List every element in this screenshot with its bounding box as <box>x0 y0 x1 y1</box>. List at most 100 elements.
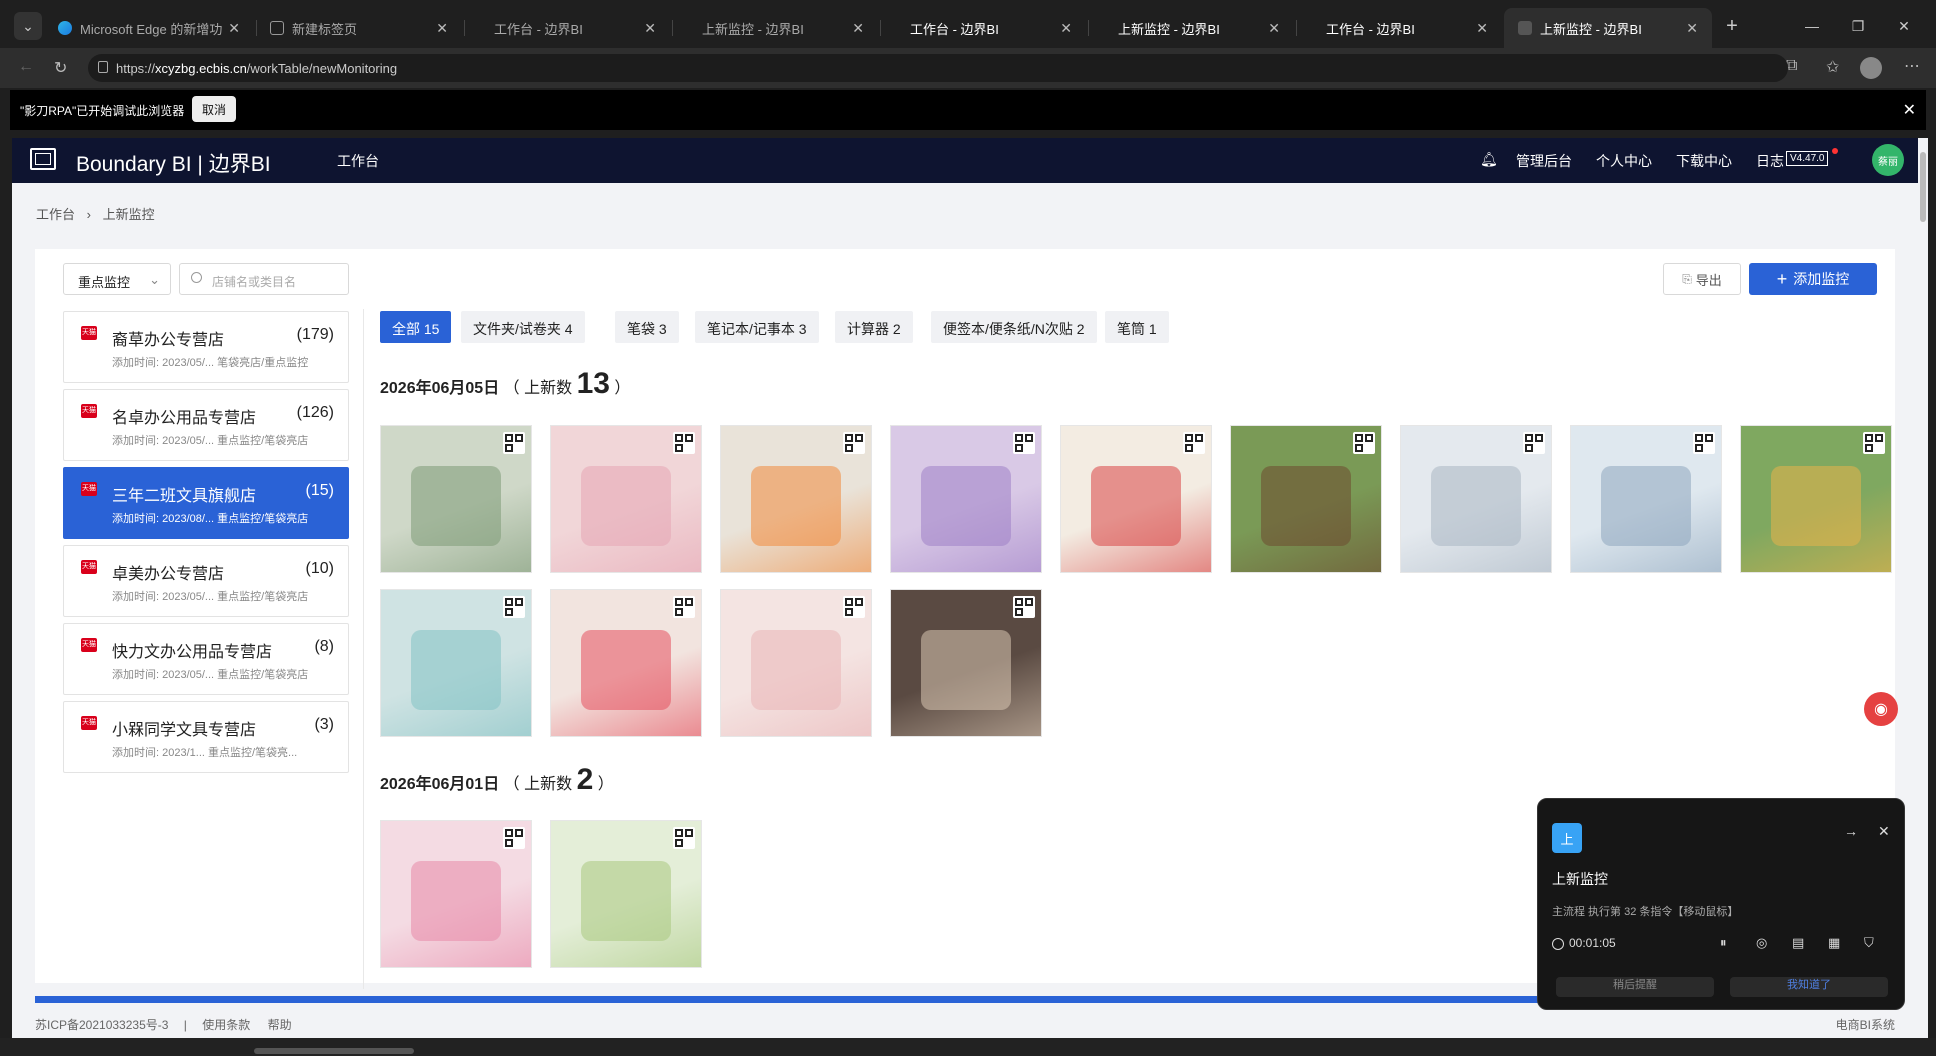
store-item[interactable]: 天猫 裔草办公专营店 (179) 添加时间: 2023/05/... 笔袋亮店/… <box>63 311 349 383</box>
category-tab[interactable]: 笔袋 3 <box>615 311 679 343</box>
icp-link[interactable]: 苏ICP备2021033235号-3 <box>35 1018 168 1032</box>
new-tab-icon[interactable]: + <box>1718 12 1746 40</box>
close-panel-icon[interactable]: ✕ <box>1878 823 1890 840</box>
site-info-icon[interactable] <box>98 61 108 73</box>
favorites-icon[interactable]: ✩ <box>1826 57 1839 77</box>
nav-download[interactable]: 下载中心 <box>1676 151 1732 171</box>
tab-actions-menu-icon[interactable]: ⌄ <box>14 12 42 40</box>
category-tab[interactable]: 计算器 2 <box>835 311 913 343</box>
product-thumbnail[interactable] <box>890 425 1042 573</box>
product-thumbnail[interactable] <box>1060 425 1212 573</box>
close-tab-icon[interactable]: ✕ <box>436 20 448 37</box>
close-tab-icon[interactable]: ✕ <box>1476 20 1488 37</box>
url-input[interactable]: https://xcyzbg.ecbis.cn/workTable/newMon… <box>88 54 1788 82</box>
refresh-icon[interactable]: ↻ <box>54 58 67 78</box>
terms-link[interactable]: 使用条款 <box>202 1018 250 1032</box>
nav-admin[interactable]: 管理后台 <box>1516 151 1572 171</box>
store-search-input[interactable]: 店铺名或类目名 <box>179 263 349 295</box>
minimize-icon[interactable]: — <box>1798 12 1826 40</box>
browser-tab[interactable]: 工作台 - 边界BI ✕ <box>480 8 670 48</box>
qr-code-icon[interactable] <box>1863 432 1885 454</box>
store-item-selected[interactable]: 天猫 三年二班文具旗舰店 (15) 添加时间: 2023/08/... 重点监控… <box>63 467 349 539</box>
close-bar-icon[interactable]: ✕ <box>1903 100 1916 120</box>
export-button[interactable]: ⎘ 导出 <box>1663 263 1741 295</box>
product-thumbnail[interactable] <box>550 425 702 573</box>
qr-code-icon[interactable] <box>1013 432 1035 454</box>
product-thumbnail[interactable] <box>380 820 532 968</box>
chat-float-icon[interactable]: ◉ <box>1864 692 1898 726</box>
got-it-button[interactable]: 我知道了 <box>1730 977 1888 997</box>
stop-icon[interactable]: ◎ <box>1756 935 1767 951</box>
category-tab[interactable]: 文件夹/试卷夹 4 <box>461 311 585 343</box>
add-monitor-button[interactable]: + 添加监控 <box>1749 263 1877 295</box>
menu-toggle-icon[interactable] <box>30 148 56 170</box>
store-item[interactable]: 天猫 名卓办公用品专营店 (126) 添加时间: 2023/05/... 重点监… <box>63 389 349 461</box>
more-menu-icon[interactable]: ⋯ <box>1904 56 1920 76</box>
product-thumbnail[interactable] <box>550 589 702 737</box>
close-tab-icon[interactable]: ✕ <box>228 20 240 37</box>
user-avatar[interactable]: 蔡丽 <box>1872 144 1904 176</box>
browser-tab[interactable]: Microsoft Edge 的新增功能 ✕ <box>44 8 254 48</box>
product-thumbnail[interactable] <box>1400 425 1552 573</box>
nav-log[interactable]: 日志 <box>1756 151 1784 171</box>
log-icon[interactable]: ▤ <box>1792 935 1804 951</box>
browser-tab-active[interactable]: 上新监控 - 边界BI ✕ <box>1504 8 1712 48</box>
qr-code-icon[interactable] <box>503 596 525 618</box>
category-tab[interactable]: 笔筒 1 <box>1105 311 1169 343</box>
qr-code-icon[interactable] <box>503 432 525 454</box>
browser-tab[interactable]: 上新监控 - 边界BI ✕ <box>688 8 878 48</box>
settings-icon[interactable]: ⛉ <box>1864 935 1874 951</box>
close-tab-icon[interactable]: ✕ <box>644 20 656 37</box>
close-tab-icon[interactable]: ✕ <box>1268 20 1280 37</box>
product-thumbnail[interactable] <box>550 820 702 968</box>
remind-later-button[interactable]: 稍后提醒 <box>1556 977 1714 997</box>
bell-icon[interactable]: 🔔︎ <box>1480 151 1498 168</box>
close-window-icon[interactable]: ✕ <box>1890 12 1918 40</box>
product-thumbnail[interactable] <box>720 425 872 573</box>
restore-icon[interactable]: ❐ <box>1844 12 1872 40</box>
close-tab-icon[interactable]: ✕ <box>1686 20 1698 37</box>
qr-code-icon[interactable] <box>1183 432 1205 454</box>
qr-code-icon[interactable] <box>1013 596 1035 618</box>
store-item[interactable]: 天猫 快力文办公用品专营店 (8) 添加时间: 2023/05/... 重点监控… <box>63 623 349 695</box>
browser-tab[interactable]: 工作台 - 边界BI ✕ <box>1312 8 1502 48</box>
store-item[interactable]: 天猫 小槑同学文具专营店 (3) 添加时间: 2023/1... 重点监控/笔袋… <box>63 701 349 773</box>
qr-code-icon[interactable] <box>503 827 525 849</box>
product-thumbnail[interactable] <box>1570 425 1722 573</box>
qr-code-icon[interactable] <box>673 432 695 454</box>
product-thumbnail[interactable] <box>1230 425 1382 573</box>
pause-icon[interactable]: ⏸︎ <box>1720 935 1727 951</box>
product-thumbnail[interactable] <box>380 589 532 737</box>
nav-workbench[interactable]: 工作台 <box>337 151 379 171</box>
profile-avatar[interactable] <box>1860 57 1882 79</box>
browser-tab[interactable]: 上新监控 - 边界BI ✕ <box>1104 8 1294 48</box>
help-link[interactable]: 帮助 <box>268 1018 292 1032</box>
brand-logo[interactable]: Boundary BI | 边界BI <box>76 148 271 178</box>
close-tab-icon[interactable]: ✕ <box>1060 20 1072 37</box>
qr-code-icon[interactable] <box>1693 432 1715 454</box>
browser-tab[interactable]: 工作台 - 边界BI ✕ <box>896 8 1086 48</box>
table-icon[interactable]: ▦ <box>1828 935 1840 951</box>
qr-code-icon[interactable] <box>673 827 695 849</box>
expand-arrow-icon[interactable]: → <box>1844 823 1858 839</box>
qr-code-icon[interactable] <box>1353 432 1375 454</box>
breadcrumb-home[interactable]: 工作台 <box>36 207 75 222</box>
cancel-debug-button[interactable]: 取消 <box>192 96 236 122</box>
category-tab[interactable]: 全部 15 <box>380 311 452 343</box>
product-thumbnail[interactable] <box>720 589 872 737</box>
nav-personal[interactable]: 个人中心 <box>1596 151 1652 171</box>
product-thumbnail[interactable] <box>1740 425 1892 573</box>
back-icon[interactable]: ← <box>18 58 34 76</box>
qr-code-icon[interactable] <box>1523 432 1545 454</box>
page-scrollbar[interactable] <box>1918 138 1928 1038</box>
product-thumbnail[interactable] <box>890 589 1042 737</box>
close-tab-icon[interactable]: ✕ <box>852 20 864 37</box>
product-thumbnail[interactable] <box>380 425 532 573</box>
category-tab[interactable]: 便签本/便条纸/N次贴 2 <box>931 311 1097 343</box>
qr-code-icon[interactable] <box>673 596 695 618</box>
store-item[interactable]: 天猫 卓美办公专营店 (10) 添加时间: 2023/05/... 重点监控/笔… <box>63 545 349 617</box>
qr-code-icon[interactable] <box>843 596 865 618</box>
horizontal-scrollbar[interactable] <box>254 1048 414 1054</box>
filter-select[interactable]: 重点监控 ⌄ <box>63 263 171 295</box>
category-tab[interactable]: 笔记本/记事本 3 <box>695 311 819 343</box>
